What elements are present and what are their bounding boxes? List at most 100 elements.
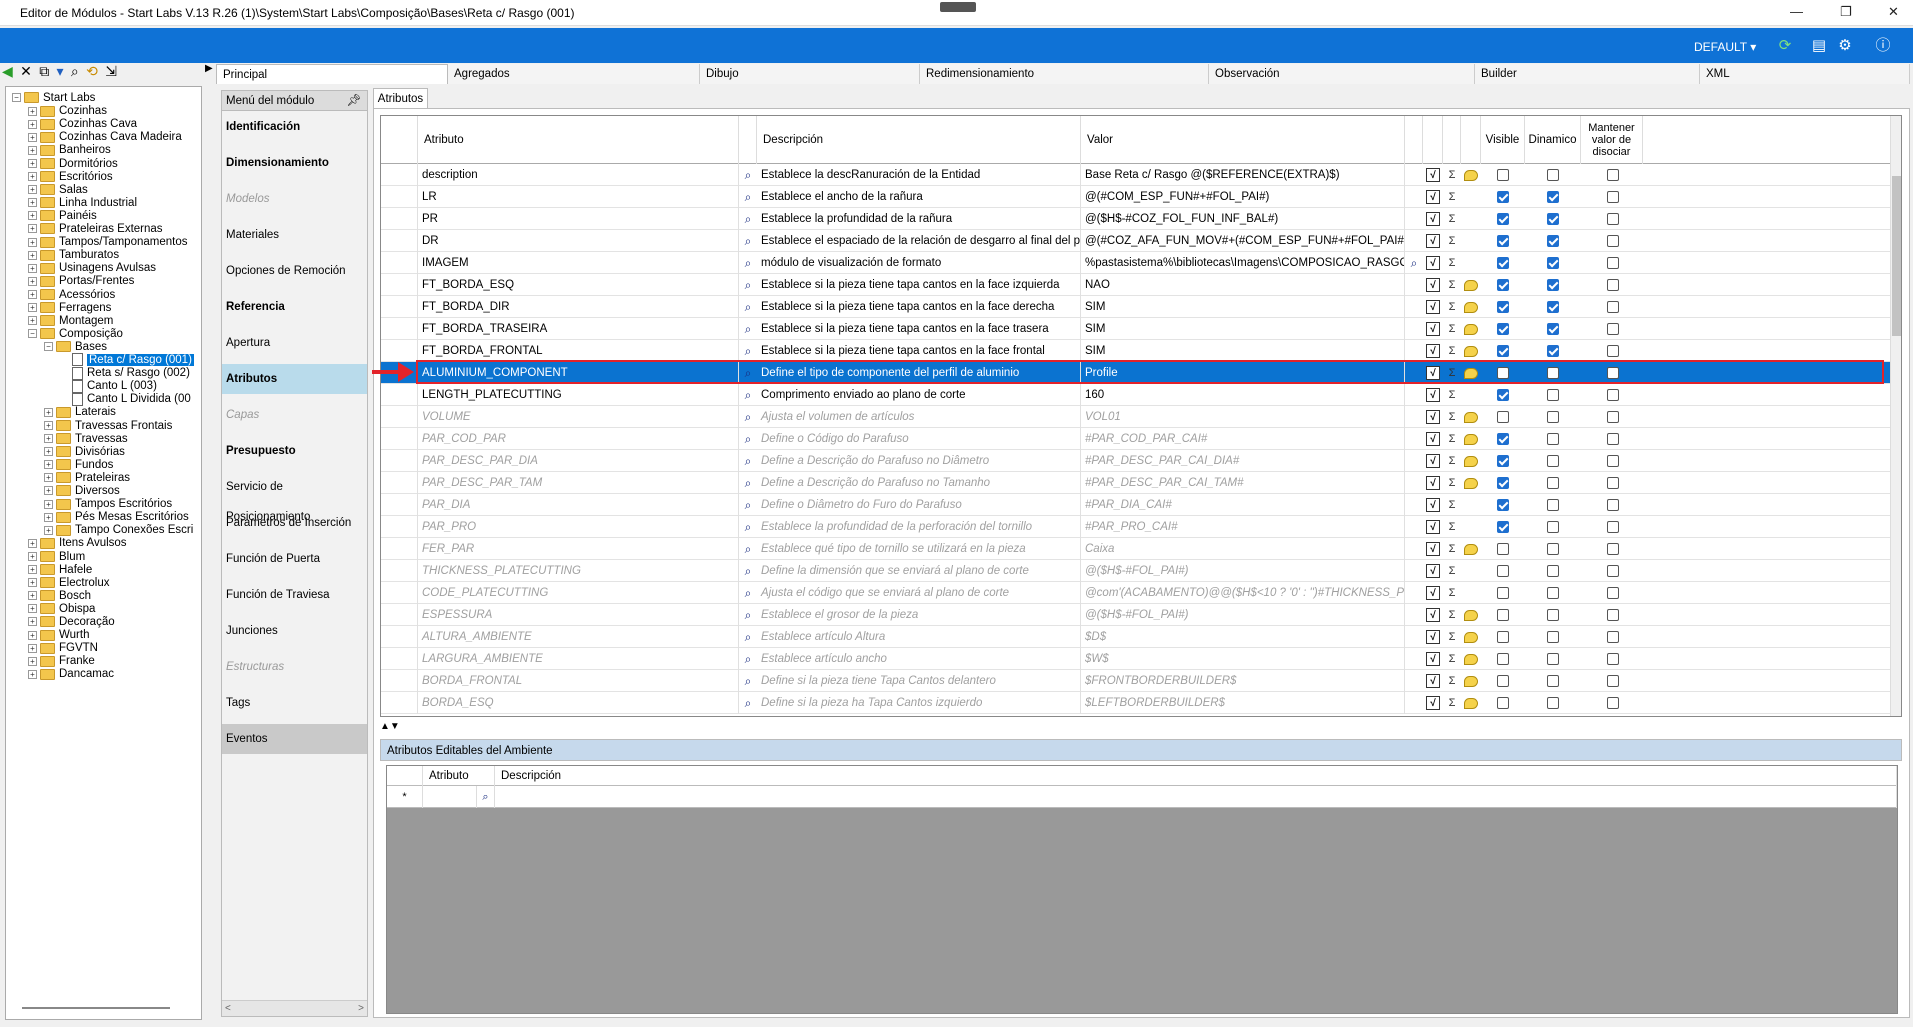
value-cell[interactable]: SIM: [1081, 340, 1405, 362]
expand-icon[interactable]: +: [28, 289, 37, 299]
menu-item-eventos[interactable]: Eventos: [222, 724, 367, 754]
keep-value-checkbox[interactable]: [1607, 323, 1619, 335]
expand-icon[interactable]: +: [28, 211, 37, 221]
desc-cell[interactable]: Ajusta el código que se enviará al plano…: [757, 582, 1081, 604]
table-row[interactable]: LR ⌕ Establece el ancho de la rañura @(#COM…: [381, 186, 1901, 208]
desc-cell[interactable]: Establece qué tipo de tornillo se utiliz…: [757, 538, 1081, 560]
desc-cell[interactable]: Establece artículo Altura: [757, 626, 1081, 648]
attr-cell[interactable]: ALTURA_AMBIENTE: [418, 626, 739, 648]
formula-icon[interactable]: √: [1426, 586, 1440, 600]
expand-icon[interactable]: +: [28, 303, 37, 313]
menu-item-opciones-de-remoci-n[interactable]: Opciones de Remoción: [222, 256, 367, 286]
tab-atributos[interactable]: Atributos: [373, 88, 428, 108]
formula-icon[interactable]: √: [1426, 476, 1440, 490]
row-header[interactable]: [381, 230, 418, 252]
expand-icon[interactable]: +: [44, 407, 53, 417]
back-icon[interactable]: ◀: [2, 63, 13, 80]
col-desc[interactable]: Descripción: [757, 116, 1081, 164]
sum-icon[interactable]: Σ: [1445, 278, 1459, 292]
formula-icon[interactable]: √: [1426, 498, 1440, 512]
desc-cell[interactable]: Establece artículo ancho: [757, 648, 1081, 670]
expand-icon[interactable]: +: [44, 473, 53, 483]
binoculars-icon[interactable]: ⌕: [741, 520, 755, 534]
value-cell[interactable]: @($H$-#FOL_PAI#): [1081, 604, 1405, 626]
binoculars-icon[interactable]: ⌕: [741, 256, 755, 270]
sum-icon[interactable]: Σ: [1445, 388, 1459, 402]
keep-value-checkbox[interactable]: [1607, 609, 1619, 621]
menu-item-funci-n-de-puerta[interactable]: Función de Puerta: [222, 544, 367, 574]
dynamic-checkbox[interactable]: [1547, 389, 1559, 401]
row-header[interactable]: [381, 274, 418, 296]
table-row[interactable]: FT_BORDA_FRONTAL ⌕ Establece si la pieza t…: [381, 340, 1901, 362]
expand-icon[interactable]: +: [28, 316, 37, 326]
binoculars-icon[interactable]: ⌕: [741, 564, 755, 578]
table-row[interactable]: PAR_COD_PAR ⌕ Define o Código do Parafuso #…: [381, 428, 1901, 450]
binoculars-icon[interactable]: ⌕: [741, 300, 755, 314]
find-icon[interactable]: ⌕: [71, 63, 79, 80]
expand-icon[interactable]: +: [28, 276, 37, 286]
row-header[interactable]: [381, 692, 418, 714]
menu-item-servicio-de-posicionamiento[interactable]: Servicio de Posicionamiento: [222, 472, 367, 523]
desc-cell[interactable]: Establece el ancho de la rañura: [757, 186, 1081, 208]
expand-icon[interactable]: +: [28, 604, 37, 614]
binoculars-icon[interactable]: ⌕: [741, 190, 755, 204]
desc-cell[interactable]: Ajusta el volumen de artículos: [757, 406, 1081, 428]
delete-icon[interactable]: ✕: [20, 63, 32, 80]
row-header[interactable]: [381, 252, 418, 274]
dynamic-checkbox[interactable]: [1547, 631, 1559, 643]
menu-item-dimensionamiento[interactable]: Dimensionamiento: [222, 148, 367, 178]
row-header[interactable]: [381, 626, 418, 648]
folder-refresh-icon[interactable]: ⟲: [86, 63, 98, 80]
comment-icon[interactable]: [1464, 544, 1478, 555]
expand-icon[interactable]: +: [28, 656, 37, 666]
value-cell[interactable]: @($H$-#FOL_PAI#): [1081, 560, 1405, 582]
collapse-icon[interactable]: −: [28, 329, 37, 339]
expand-icon[interactable]: +: [28, 578, 37, 588]
table-row[interactable]: IMAGEM ⌕ módulo de visualización de format…: [381, 252, 1901, 274]
visible-checkbox[interactable]: [1497, 191, 1509, 203]
visible-checkbox[interactable]: [1497, 301, 1509, 313]
sum-icon[interactable]: Σ: [1445, 476, 1459, 490]
dynamic-checkbox[interactable]: [1547, 367, 1559, 379]
value-cell[interactable]: $LEFTBORDERBUILDER$: [1081, 692, 1405, 714]
value-cell[interactable]: $FRONTBORDERBUILDER$: [1081, 670, 1405, 692]
menu-hscroll[interactable]: < >: [222, 1000, 367, 1016]
table-row[interactable]: FT_BORDA_ESQ ⌕ Establece si la pieza tiene…: [381, 274, 1901, 296]
sum-icon[interactable]: Σ: [1445, 652, 1459, 666]
binoculars-icon[interactable]: ⌕: [741, 696, 755, 710]
editables-new-row[interactable]: * ⌕: [387, 786, 1897, 808]
expand-icon[interactable]: +: [28, 224, 37, 234]
table-row[interactable]: ALTURA_AMBIENTE ⌕ Establece artículo Altur…: [381, 626, 1901, 648]
attr-cell[interactable]: PAR_DESC_PAR_TAM: [418, 472, 739, 494]
col-value[interactable]: Valor: [1081, 116, 1405, 164]
binoculars-icon[interactable]: ⌕: [741, 278, 755, 292]
desc-cell[interactable]: Establece el grosor de la pieza: [757, 604, 1081, 626]
visible-checkbox[interactable]: [1497, 455, 1509, 467]
keep-value-checkbox[interactable]: [1607, 169, 1619, 181]
table-row[interactable]: LARGURA_AMBIENTE ⌕ Establece artículo anch…: [381, 648, 1901, 670]
formula-icon[interactable]: √: [1426, 366, 1440, 380]
col-keep-value[interactable]: Mantener valor de disociar: [1581, 116, 1643, 164]
menu-item-junciones[interactable]: Junciones: [222, 616, 367, 646]
menu-item-funci-n-de-traviesa[interactable]: Función de Traviesa: [222, 580, 367, 610]
attr-cell[interactable]: PR: [418, 208, 739, 230]
dynamic-checkbox[interactable]: [1547, 323, 1559, 335]
layout-icon[interactable]: ▤: [1810, 37, 1828, 55]
binoculars-icon[interactable]: ⌕: [741, 366, 755, 380]
expand-icon[interactable]: +: [44, 447, 53, 457]
row-header[interactable]: [381, 384, 418, 406]
value-cell[interactable]: Caixa: [1081, 538, 1405, 560]
module-tree[interactable]: − Start Labs + Cozinhas + Cozinhas Cava + Cozin…: [5, 86, 202, 1020]
comment-icon[interactable]: [1464, 368, 1478, 379]
settings-icon[interactable]: ⚙: [1836, 37, 1854, 55]
keep-value-checkbox[interactable]: [1607, 499, 1619, 511]
tree-expand-icon[interactable]: ⇲: [105, 63, 117, 80]
dynamic-checkbox[interactable]: [1547, 191, 1559, 203]
visible-checkbox[interactable]: [1497, 257, 1509, 269]
desc-cell[interactable]: Establece si la pieza tiene tapa cantos …: [757, 274, 1081, 296]
formula-icon[interactable]: √: [1426, 432, 1440, 446]
expand-icon[interactable]: +: [28, 263, 37, 273]
visible-checkbox[interactable]: [1497, 213, 1509, 225]
keep-value-checkbox[interactable]: [1607, 455, 1619, 467]
collapse-icon[interactable]: −: [12, 93, 21, 103]
